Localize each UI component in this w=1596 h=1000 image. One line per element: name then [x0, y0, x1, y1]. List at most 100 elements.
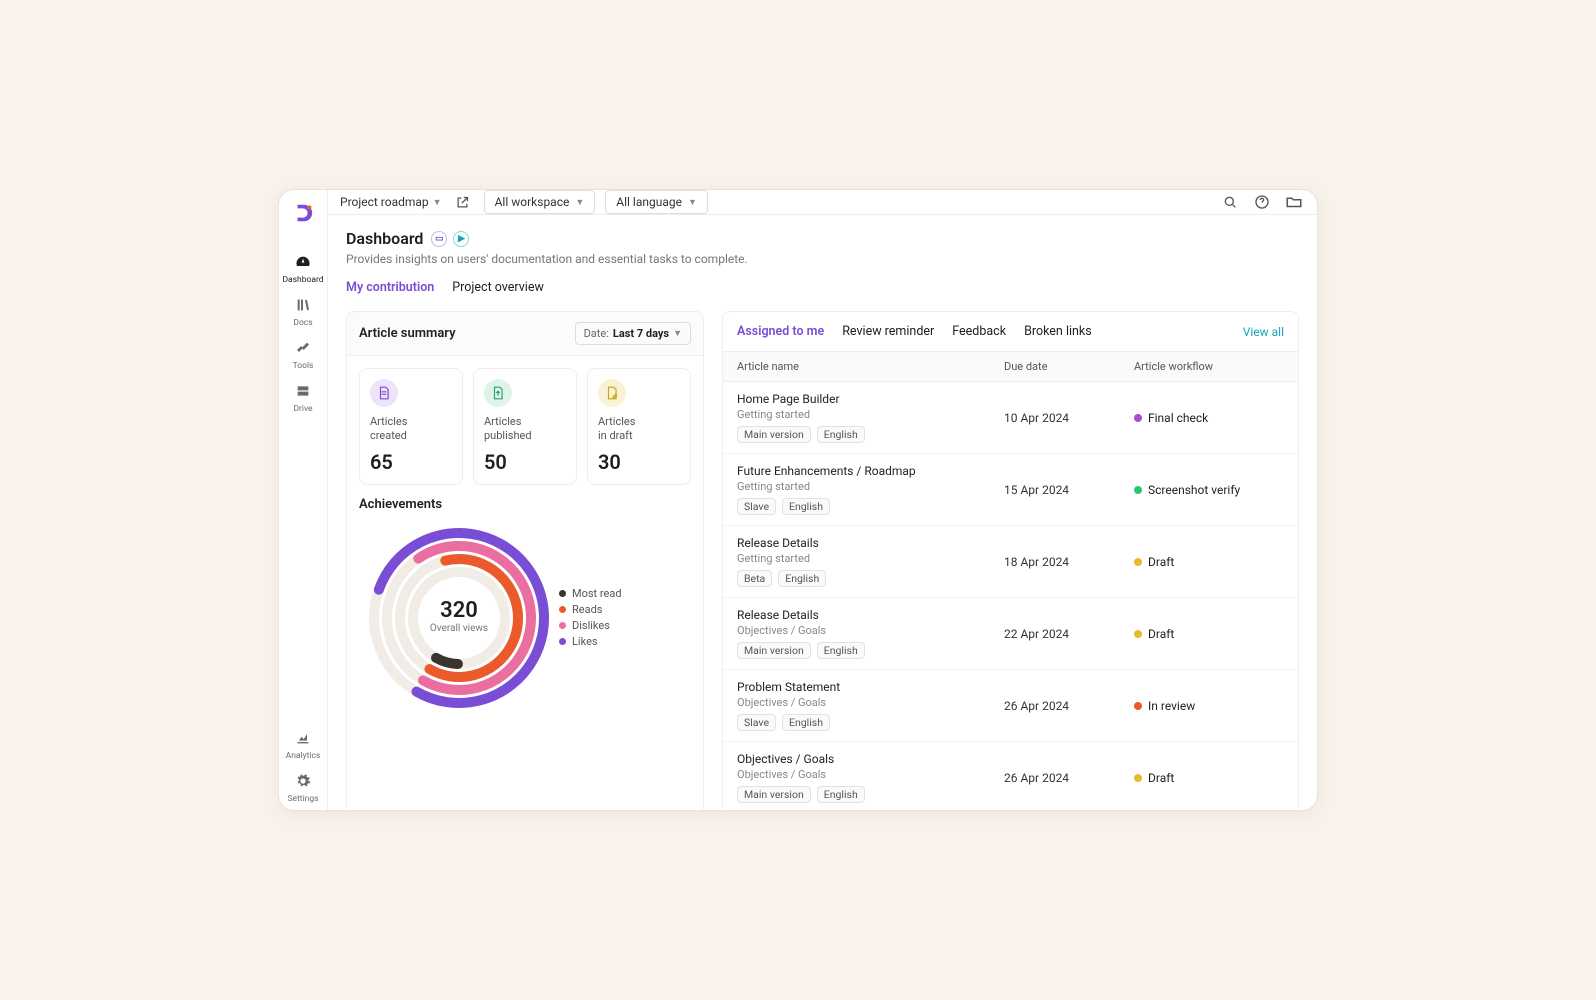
chart-icon [295, 730, 311, 749]
sidebar-item-label: Settings [287, 794, 318, 804]
stat-value: 50 [484, 450, 566, 474]
row-chip: Main version [737, 426, 811, 443]
project-dropdown[interactable]: Project roadmap ▼ [340, 195, 442, 209]
stat-articles-created: Articles created 65 [359, 368, 463, 485]
chevron-down-icon: ▼ [688, 197, 697, 208]
app-window: Dashboard Docs Tools Drive Analytics Set… [278, 189, 1318, 811]
legend-item: Likes [559, 635, 622, 648]
stat-value: 65 [370, 450, 452, 474]
legend-label: Likes [572, 635, 598, 648]
status-dot-icon [1134, 414, 1142, 422]
tasks-rows: Home Page Builder Getting started Main ver… [723, 382, 1298, 811]
status-dot-icon [1134, 486, 1142, 494]
legend-item: Most read [559, 587, 622, 600]
row-due-date: 26 Apr 2024 [1004, 771, 1134, 785]
stat-label: Articles in draft [598, 415, 680, 444]
status-dot-icon [1134, 630, 1142, 638]
sidebar-item-settings[interactable]: Settings [279, 767, 327, 810]
workspace-dropdown[interactable]: All workspace ▼ [484, 190, 596, 214]
row-chip: Main version [737, 642, 811, 659]
legend-dot [559, 590, 566, 597]
books-icon [295, 297, 311, 316]
table-row[interactable]: Home Page Builder Getting started Main ver… [723, 382, 1298, 454]
table-row[interactable]: Problem StatementObjectives / GoalsSlave… [723, 670, 1298, 742]
status-dot-icon [1134, 558, 1142, 566]
page-header: Dashboard ▭ ▶ Provides insights on users… [346, 229, 1299, 266]
external-link-icon[interactable] [452, 191, 474, 213]
row-breadcrumb: Objectives / Goals [737, 624, 1004, 637]
achievements-section: Achievements [347, 497, 703, 730]
search-icon[interactable] [1219, 191, 1241, 213]
gear-icon [295, 773, 311, 792]
table-row[interactable]: Objectives / GoalsObjectives / GoalsMain… [723, 742, 1298, 811]
topbar: Project roadmap ▼ All workspace ▼ All la… [328, 190, 1317, 215]
help-icon[interactable] [1251, 191, 1273, 213]
view-all-link[interactable]: View all [1243, 325, 1284, 339]
book-icon[interactable]: ▭ [431, 231, 447, 247]
row-breadcrumb: Getting started [737, 480, 1004, 493]
status-dot-icon [1134, 702, 1142, 710]
tab-broken-links[interactable]: Broken links [1024, 324, 1092, 339]
tab-review-reminder[interactable]: Review reminder [842, 324, 934, 339]
row-breadcrumb: Objectives / Goals [737, 768, 1004, 781]
legend-item: Reads [559, 603, 622, 616]
document-icon [370, 379, 398, 407]
language-value: All language [616, 195, 682, 209]
row-workflow: Final check [1148, 411, 1208, 425]
tasks-table-header: Article name Due date Article workflow [723, 352, 1298, 382]
legend-item: Dislikes [559, 619, 622, 632]
stat-label: Articles published [484, 415, 566, 444]
row-breadcrumb: Getting started [737, 552, 1004, 565]
table-row[interactable]: Future Enhancements / RoadmapGetting sta… [723, 454, 1298, 526]
document-edit-icon [598, 379, 626, 407]
stat-articles-published: Articles published 50 [473, 368, 577, 485]
chevron-down-icon: ▼ [575, 197, 584, 208]
tab-assigned-to-me[interactable]: Assigned to me [737, 324, 824, 339]
column-article-workflow: Article workflow [1134, 360, 1284, 373]
language-dropdown[interactable]: All language ▼ [605, 190, 708, 214]
sidebar-item-label: Docs [293, 318, 312, 328]
article-summary-panel: Article summary Date: Last 7 days ▼ Arti… [346, 311, 704, 811]
play-icon[interactable]: ▶ [453, 231, 469, 247]
folder-icon[interactable] [1283, 191, 1305, 213]
row-chip: English [817, 786, 865, 803]
legend-dot [559, 622, 566, 629]
sidebar-item-label: Drive [293, 404, 312, 414]
table-row[interactable]: Release DetailsGetting startedBetaEnglis… [723, 526, 1298, 598]
page-title: Dashboard [346, 229, 423, 248]
legend-label: Most read [572, 587, 622, 600]
date-range-dropdown[interactable]: Date: Last 7 days ▼ [575, 322, 691, 345]
sidebar-item-label: Tools [293, 361, 314, 371]
project-name: Project roadmap [340, 195, 429, 209]
tab-project-overview[interactable]: Project overview [452, 280, 544, 299]
table-row[interactable]: Release Details Objectives / Goals Main ve… [723, 598, 1298, 670]
stat-cards: Articles created 65 Articles published 5… [347, 356, 703, 497]
sidebar-item-tools[interactable]: Tools [279, 334, 327, 377]
stat-value: 30 [598, 450, 680, 474]
tab-my-contribution[interactable]: My contribution [346, 280, 434, 299]
sidebar-item-drive[interactable]: Drive [279, 377, 327, 420]
sidebar-item-analytics[interactable]: Analytics [279, 724, 327, 767]
achievements-chart: 320 Overall views [359, 518, 559, 718]
row-breadcrumb: Objectives / Goals [737, 696, 1004, 709]
row-chip: Slave [737, 714, 776, 731]
tab-feedback[interactable]: Feedback [952, 324, 1006, 339]
gauge-icon [295, 254, 311, 273]
row-breadcrumb: Getting started [737, 408, 1004, 421]
row-workflow: Draft [1148, 555, 1174, 569]
row-due-date: 10 Apr 2024 [1004, 411, 1134, 425]
stat-label: Articles created [370, 415, 452, 444]
column-article-name: Article name [737, 360, 1004, 373]
legend-label: Dislikes [572, 619, 610, 632]
achievements-center-value: 320 [430, 597, 488, 622]
sidebar-item-label: Dashboard [282, 275, 323, 285]
tasks-panel: Assigned to me Review reminder Feedback … [722, 311, 1299, 811]
row-title: Release Details [737, 608, 1004, 622]
row-title: Home Page Builder [737, 392, 1004, 406]
article-summary-title: Article summary [359, 326, 456, 341]
sidebar-item-docs[interactable]: Docs [279, 291, 327, 334]
sidebar-item-dashboard[interactable]: Dashboard [279, 248, 327, 291]
document-up-icon [484, 379, 512, 407]
workspace-value: All workspace [495, 195, 570, 209]
row-chip: English [778, 570, 826, 587]
